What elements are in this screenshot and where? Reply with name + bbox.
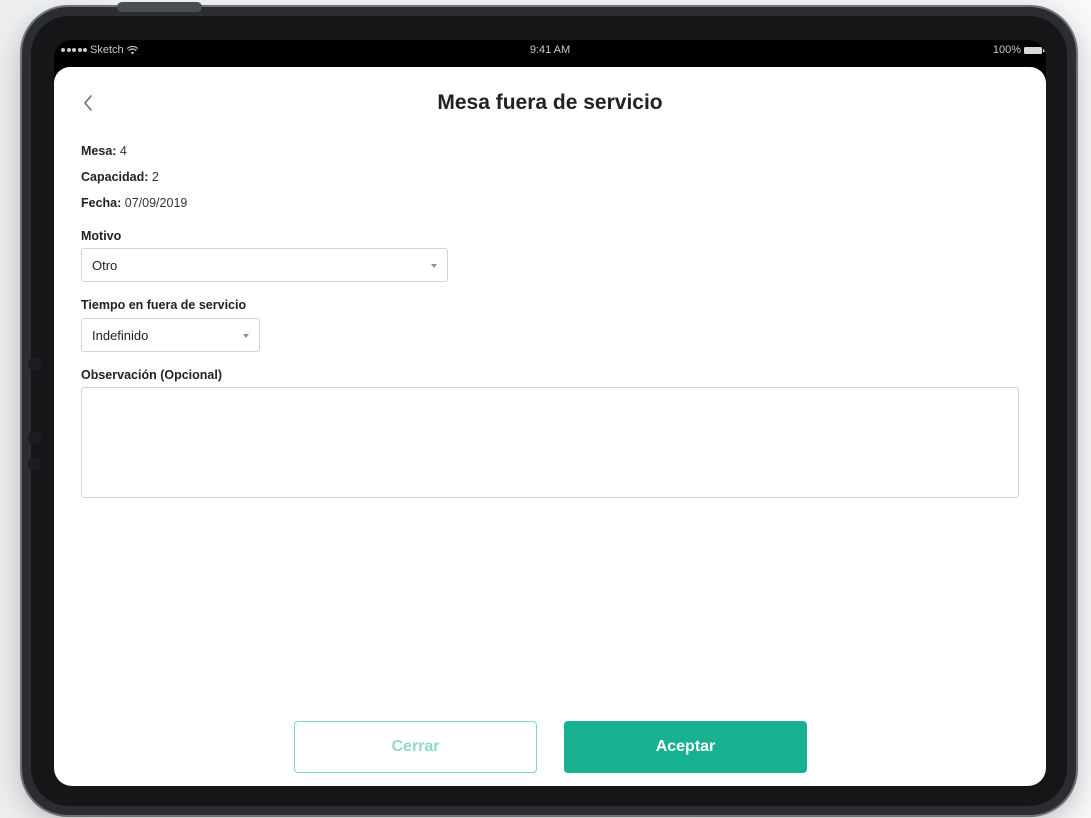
mesa-value: 4	[119, 144, 127, 158]
observacion-label: Observación (Opcional)	[81, 368, 223, 382]
mesa-label: Mesa:	[81, 144, 117, 158]
status-right: 100%	[992, 44, 1045, 56]
device-top-button	[117, 2, 202, 12]
observacion-textarea[interactable]	[81, 387, 1019, 498]
screen: Sketch 9:41 AM 100% Mesa fuera de servic…	[54, 40, 1046, 786]
capacidad-info: Capacidad: 2	[81, 170, 159, 184]
status-time: 9:41 AM	[529, 44, 571, 56]
capacidad-label: Capacidad:	[81, 170, 149, 184]
chevron-down-icon	[431, 264, 437, 268]
stage: Sketch 9:41 AM 100% Mesa fuera de servic…	[0, 0, 1091, 818]
capacidad-value: 2	[151, 170, 159, 184]
tablet-device: Sketch 9:41 AM 100% Mesa fuera de servic…	[22, 2, 1076, 815]
device-side-button	[28, 457, 42, 471]
cerrar-button[interactable]: Cerrar	[294, 721, 537, 773]
battery-icon	[1024, 46, 1045, 54]
motivo-value: Otro	[92, 258, 118, 273]
fecha-value: 07/09/2019	[124, 196, 188, 210]
status-bar: Sketch 9:41 AM 100%	[54, 40, 1046, 62]
motivo-label: Motivo	[81, 229, 122, 243]
fecha-info: Fecha: 07/09/2019	[81, 196, 187, 210]
fecha-label: Fecha:	[81, 196, 122, 210]
device-side-button	[28, 431, 42, 445]
motivo-select[interactable]: Otro	[81, 248, 448, 282]
tiempo-label: Tiempo en fuera de servicio	[81, 298, 247, 312]
aceptar-button[interactable]: Aceptar	[564, 721, 807, 773]
mesa-info: Mesa: 4	[81, 144, 127, 158]
device-side-button	[28, 357, 42, 371]
battery-percent: 100%	[992, 44, 1021, 56]
page-title: Mesa fuera de servicio	[437, 91, 663, 114]
modal-sheet: Mesa fuera de servicio Mesa: 4 Capacidad…	[54, 67, 1046, 786]
chevron-down-icon	[243, 334, 249, 338]
tiempo-select[interactable]: Indefinido	[81, 318, 260, 352]
tiempo-value: Indefinido	[92, 328, 149, 343]
